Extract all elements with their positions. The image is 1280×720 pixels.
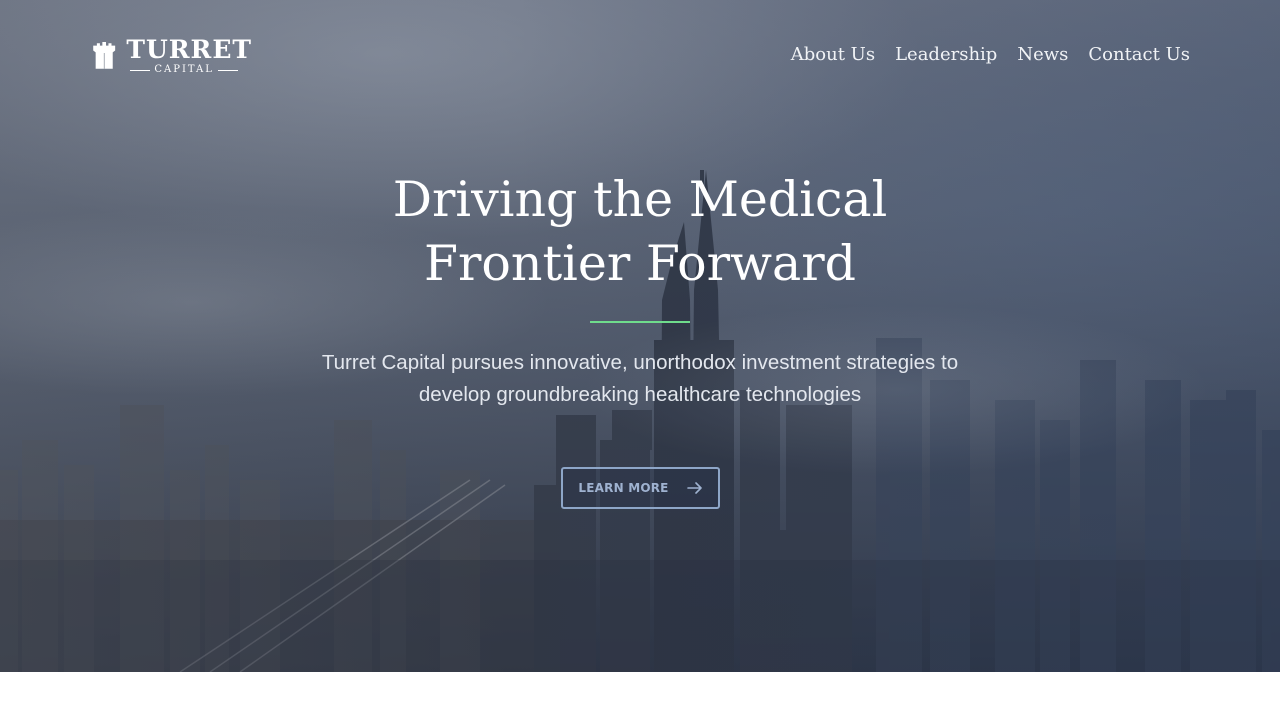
brand-rule-right [217,69,238,71]
hero-headline: Driving the Medical Frontier Forward [340,168,940,296]
fog-overlay [0,0,1280,672]
brand-rule-left [130,69,151,71]
arrow-right-icon [686,482,702,494]
nav-link-leadership[interactable]: Leadership [895,42,997,68]
nav-link-contact-us[interactable]: Contact Us [1088,42,1190,68]
main-nav: About Us Leadership News Contact Us [791,42,1190,68]
nav-link-news[interactable]: News [1017,42,1068,68]
turret-icon [93,41,116,69]
brand-name: TURRET [126,35,252,64]
brand-logo[interactable]: TURRET CAPITAL [92,30,252,82]
brand-subname: CAPITAL [154,64,214,75]
hero-headline-line-1: Driving the Medical [392,171,888,228]
hero-subtitle: Turret Capital pursues innovative, unort… [270,347,1010,411]
learn-more-label: LEARN MORE [578,481,669,495]
hero-headline-line-2: Frontier Forward [423,235,857,292]
next-section [0,672,1280,720]
hero-subtitle-line-1: Turret Capital pursues innovative, unort… [321,351,959,374]
headline-accent-divider [590,321,690,323]
hero-subtitle-line-2: develop groundbreaking healthcare techno… [418,383,862,406]
learn-more-button[interactable]: LEARN MORE [561,467,720,509]
hero-section: TURRET CAPITAL About Us Leadership News … [0,0,1280,672]
nav-link-about-us[interactable]: About Us [791,42,875,68]
